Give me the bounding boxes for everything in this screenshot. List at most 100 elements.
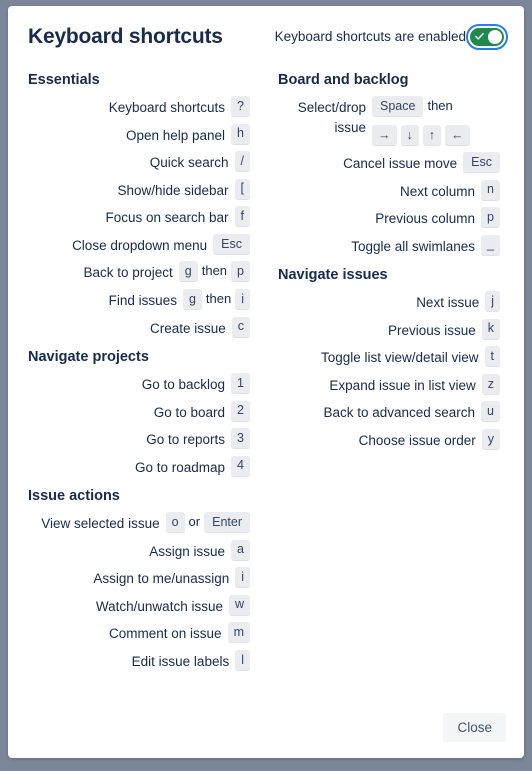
shortcuts-toggle-group: Keyboard shortcuts are enabled xyxy=(274,23,508,50)
shortcut-keys: ? xyxy=(231,96,254,118)
shortcut-keys: _ xyxy=(481,234,504,256)
shortcut-row: Next issue j xyxy=(278,291,504,313)
shortcut-row: Toggle all swimlanes _ xyxy=(278,234,504,257)
section-title: Board and backlog xyxy=(278,72,409,89)
shortcut-keys: y xyxy=(481,428,504,450)
shortcut-keys: j xyxy=(485,291,504,313)
section-title: Navigate issues xyxy=(278,267,388,284)
key-chip: j xyxy=(485,291,500,313)
shortcut-description: Assign issue xyxy=(149,543,226,559)
key-chip: t xyxy=(484,346,500,368)
shortcut-row: Open help panel h xyxy=(28,123,254,146)
shortcut-row: Find issues g then i xyxy=(28,288,254,311)
key-chip: y xyxy=(481,428,500,450)
key-chip: i xyxy=(235,567,250,589)
shortcuts-enabled-toggle[interactable] xyxy=(466,23,508,50)
shortcut-description: Open help panel xyxy=(125,127,226,143)
shortcut-description: Select/drop issue xyxy=(297,100,366,135)
key-chip: 3 xyxy=(231,428,250,450)
key-separator-label: then xyxy=(205,290,232,306)
shortcut-row: Select/drop issue Space then → ↓ ↑ ← xyxy=(278,96,504,147)
close-button[interactable]: Close xyxy=(443,713,506,742)
shortcut-row: Edit issue labels l xyxy=(28,649,254,672)
shortcut-keys: p xyxy=(481,207,504,229)
shortcut-row: Cancel issue move Esc xyxy=(278,152,504,174)
shortcut-description: Watch/unwatch issue xyxy=(95,598,223,614)
toggle-knob xyxy=(488,29,502,44)
shortcut-description: Go to board xyxy=(153,404,226,420)
shortcut-row: Go to backlog 1 xyxy=(28,372,254,395)
section-title: Essentials xyxy=(28,72,100,89)
shortcut-keys: f xyxy=(234,206,254,228)
shortcut-keys: Space then → ↓ ↑ ← xyxy=(372,96,504,147)
shortcut-row: View selected issue o or Enter xyxy=(28,512,254,534)
shortcut-row: Close dropdown menu Esc xyxy=(28,233,254,256)
key-chip: f xyxy=(234,206,250,228)
key-chip: g xyxy=(178,261,198,283)
shortcut-row: Toggle list view/detail view t xyxy=(278,346,504,368)
shortcut-keys: w xyxy=(228,594,254,616)
shortcut-row: Previous issue k xyxy=(278,318,504,341)
key-chip: k xyxy=(481,318,500,340)
key-chip: 4 xyxy=(231,455,250,477)
key-chip: o xyxy=(165,512,185,534)
section-title: Issue actions xyxy=(28,488,120,505)
key-chip: / xyxy=(234,151,250,173)
shortcut-description: Focus on search bar xyxy=(105,210,229,226)
keyboard-shortcuts-dialog: Keyboard shortcuts Keyboard shortcuts ar… xyxy=(8,6,524,758)
shortcut-description: Show/hide sidebar xyxy=(117,182,229,198)
shortcut-keys: / xyxy=(234,151,254,173)
shortcut-description: Next issue xyxy=(416,295,480,311)
shortcut-keys: a xyxy=(231,539,254,561)
shortcut-keys: c xyxy=(231,316,254,338)
shortcut-row: Comment on issue m xyxy=(28,622,254,644)
dialog-header: Keyboard shortcuts Keyboard shortcuts ar… xyxy=(8,6,524,55)
key-chip: ↑ xyxy=(422,125,441,147)
shortcut-row: Go to reports 3 xyxy=(28,428,254,450)
key-chip: m xyxy=(227,622,250,644)
shortcut-description: Comment on issue xyxy=(109,626,222,642)
shortcut-keys: Esc xyxy=(463,152,504,174)
key-chip: ← xyxy=(445,125,470,147)
key-chip: _ xyxy=(481,234,500,256)
shortcut-description: Back to advanced search xyxy=(323,405,476,421)
shortcut-keys: 2 xyxy=(231,400,254,422)
key-chip: p xyxy=(481,207,500,229)
key-chip: Esc xyxy=(463,152,500,174)
check-icon xyxy=(475,32,484,40)
shortcuts-toggle-label: Keyboard shortcuts are enabled xyxy=(274,29,466,45)
shortcut-description: Previous issue xyxy=(387,322,476,338)
shortcut-description: Previous column xyxy=(375,211,476,227)
key-chip: ↓ xyxy=(400,125,419,147)
shortcut-keys: 4 xyxy=(231,455,254,477)
dialog-footer: Close xyxy=(8,703,524,758)
shortcut-row: Create issue c xyxy=(28,316,254,339)
shortcut-description: View selected issue xyxy=(41,516,160,532)
right-column: Board and backlog Select/drop issue Space t… xyxy=(266,61,504,458)
shortcut-row: Go to roadmap 4 xyxy=(28,455,254,478)
shortcut-row: Show/hide sidebar [ xyxy=(28,178,254,201)
shortcut-row: Next column n xyxy=(278,179,504,202)
key-chip: Space xyxy=(372,96,424,118)
shortcut-row: Choose issue order y xyxy=(278,428,504,451)
key-chip: u xyxy=(481,401,500,423)
shortcut-row: Assign to me/unassign i xyxy=(28,567,254,589)
shortcut-description: Cancel issue move xyxy=(343,156,458,172)
shortcut-description: Choose issue order xyxy=(358,432,476,448)
shortcut-keys: 3 xyxy=(231,428,254,450)
shortcut-keys: z xyxy=(481,373,504,395)
shortcut-keys: t xyxy=(484,346,504,368)
shortcut-description: Go to reports xyxy=(146,432,226,448)
shortcut-row: Focus on search bar f xyxy=(28,206,254,228)
shortcut-description: Toggle all swimlanes xyxy=(351,238,476,254)
shortcut-description: Close dropdown menu xyxy=(72,237,208,253)
shortcut-description: Go to backlog xyxy=(141,376,226,392)
shortcut-description: Next column xyxy=(400,183,476,199)
shortcut-description: Go to roadmap xyxy=(134,459,226,475)
key-separator-label: then xyxy=(201,263,228,279)
shortcut-description: Quick search xyxy=(149,155,229,171)
shortcut-keys: n xyxy=(481,179,504,201)
key-chip: h xyxy=(231,123,250,145)
shortcut-description: Back to project xyxy=(83,265,173,281)
key-chip: g xyxy=(182,288,202,310)
